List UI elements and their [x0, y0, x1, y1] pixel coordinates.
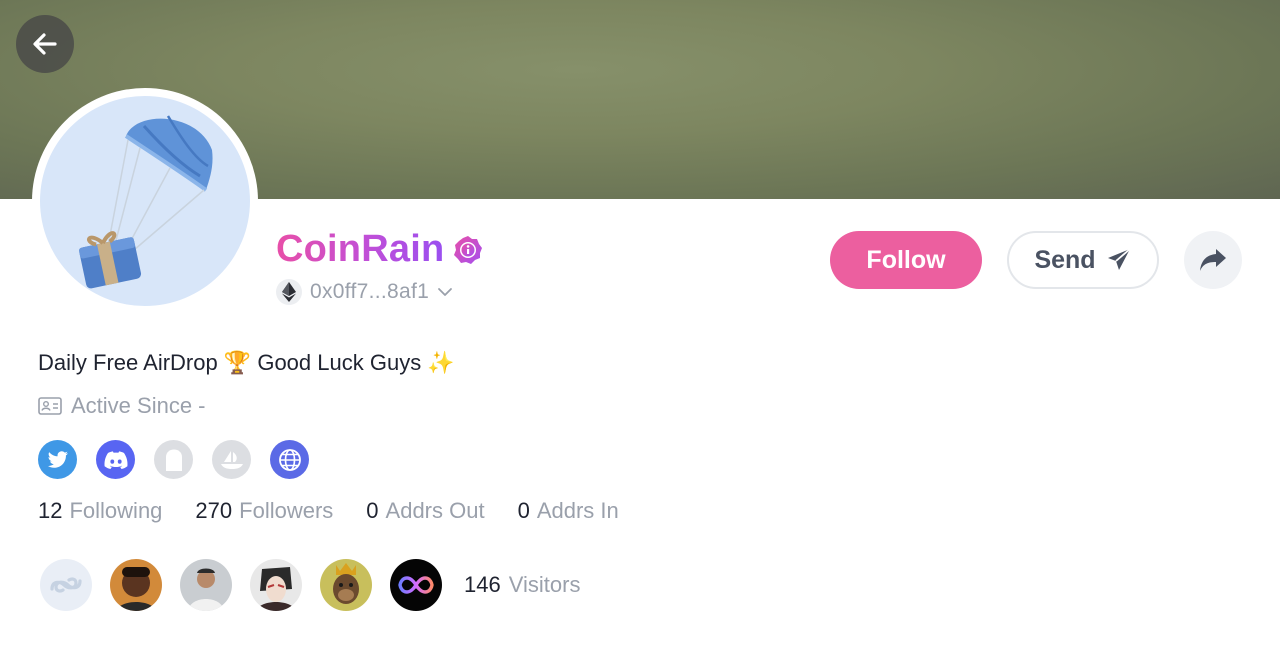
- website-link[interactable]: [270, 440, 309, 479]
- stat-addrs-out[interactable]: 0 Addrs Out: [366, 498, 484, 524]
- visitor-avatar[interactable]: [250, 559, 302, 611]
- share-arrow-icon: [1200, 249, 1226, 271]
- visitor-count-label: Visitors: [508, 572, 581, 597]
- visitor-count: 146 Visitors: [464, 572, 580, 598]
- id-card-icon: [38, 397, 62, 415]
- globe-icon: [278, 448, 301, 471]
- visitors-row: 146 Visitors: [40, 559, 580, 611]
- discord-icon: [104, 450, 128, 469]
- profile-bio: Daily Free AirDrop 🏆 Good Luck Guys ✨: [38, 350, 455, 375]
- stat-value: 0: [366, 498, 379, 523]
- active-since-text: Active Since -: [71, 393, 206, 418]
- profile-stats: 12 Following 270 Followers 0 Addrs Out 0…: [38, 498, 652, 524]
- stat-value: 12: [38, 498, 63, 523]
- parachute-gift-icon: [79, 115, 213, 289]
- active-since: Active Since -: [38, 393, 206, 419]
- follow-button[interactable]: Follow: [830, 231, 982, 289]
- ghost-link[interactable]: [154, 440, 193, 479]
- stat-addrs-in[interactable]: 0 Addrs In: [518, 498, 619, 524]
- infinity-logo-icon: [398, 576, 434, 594]
- visitor-avatar[interactable]: [40, 559, 92, 611]
- wallet-address: 0x0ff7...8af1: [310, 280, 430, 303]
- verified-badge-icon: [454, 235, 483, 264]
- opensea-link[interactable]: [212, 440, 251, 479]
- avatar: [32, 88, 258, 314]
- ethereum-icon: [276, 279, 302, 305]
- send-button[interactable]: Send: [1007, 231, 1159, 289]
- stat-label: Addrs Out: [385, 498, 485, 523]
- stat-value: 0: [517, 498, 530, 523]
- chevron-down-icon: [438, 288, 453, 296]
- stat-label: Followers: [239, 498, 334, 523]
- stat-value: 270: [195, 498, 233, 523]
- profile-name-row: CoinRain: [276, 228, 484, 271]
- visitor-avatar[interactable]: [110, 559, 162, 611]
- arrow-left-icon: [33, 33, 57, 55]
- visitor-avatar[interactable]: [180, 559, 232, 611]
- wallet-address-selector[interactable]: 0x0ff7...8af1: [276, 279, 453, 305]
- stat-label: Addrs In: [536, 498, 619, 523]
- stat-following[interactable]: 12 Following: [38, 498, 162, 524]
- profile-name: CoinRain: [276, 228, 445, 270]
- back-button[interactable]: [16, 15, 74, 73]
- twitter-icon: [47, 450, 68, 468]
- send-button-label: Send: [1034, 245, 1096, 274]
- twitter-link[interactable]: [38, 440, 77, 479]
- visitor-avatar[interactable]: [320, 559, 372, 611]
- visitor-count-value: 146: [464, 572, 501, 597]
- discord-link[interactable]: [96, 440, 135, 479]
- ghost-icon: [165, 449, 182, 471]
- link-logo-icon: [50, 577, 82, 593]
- stat-followers[interactable]: 270 Followers: [195, 498, 333, 524]
- social-links: [38, 440, 309, 479]
- opensea-icon: [220, 450, 243, 469]
- avatar-image: [40, 96, 250, 306]
- stat-label: Following: [69, 498, 163, 523]
- visitor-avatar[interactable]: [390, 559, 442, 611]
- share-button[interactable]: [1184, 231, 1242, 289]
- paper-plane-icon: [1107, 248, 1131, 270]
